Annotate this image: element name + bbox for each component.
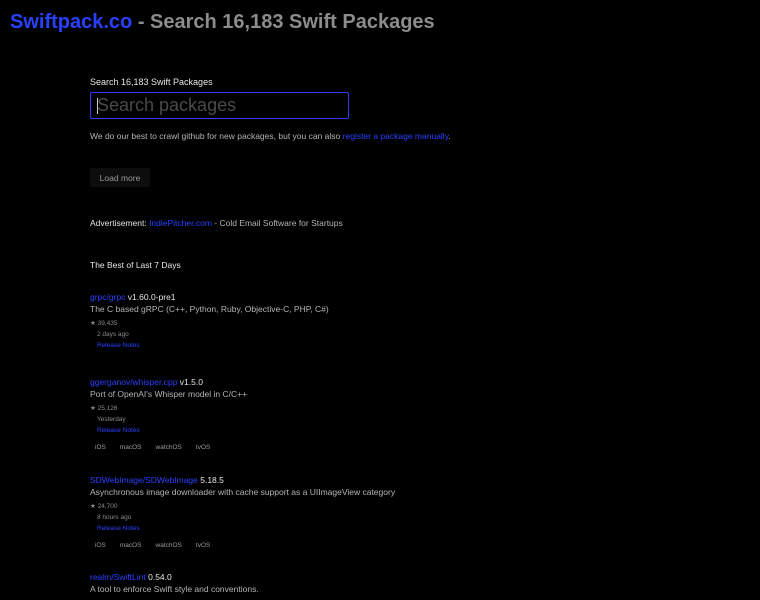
package-version: 0.54.0: [145, 572, 172, 582]
package-description: The C based gRPC (C++, Python, Ruby, Obj…: [90, 304, 329, 314]
package-description: Asynchronous image downloader with cache…: [90, 487, 396, 497]
platform-ios: iOS: [95, 542, 106, 549]
platform-tvos: tvOS: [195, 444, 211, 451]
package-name-link[interactable]: SDWebImage/SDWebImage: [90, 475, 198, 485]
text-caret: [97, 98, 98, 114]
package-name-link[interactable]: realm/SwiftLint: [90, 572, 146, 582]
brand-link[interactable]: Swiftpack.co: [10, 11, 132, 33]
search-box[interactable]: [90, 92, 349, 119]
ad-link[interactable]: IndiePitcher.com: [149, 218, 212, 228]
platform-tvos: tvOS: [195, 542, 211, 549]
package-name-link[interactable]: ggerganov/whisper.cpp: [90, 377, 177, 387]
package-stars: ★ 25,126: [90, 405, 118, 412]
platform-list: iOS macOS watchOS tvOS: [95, 444, 224, 451]
package-description: Port of OpenAI's Whisper model in C/C++: [90, 389, 248, 399]
register-package-link[interactable]: register a package manually: [343, 131, 449, 141]
search-input[interactable]: [91, 93, 348, 118]
package-release-time: 8 hours ago: [97, 514, 132, 521]
package-version: v1.60.0-pre1: [125, 292, 176, 302]
platform-watchos: watchOS: [155, 444, 182, 451]
package-description: A tool to enforce Swift style and conven…: [90, 584, 259, 594]
load-more-button[interactable]: Load more: [90, 168, 150, 187]
platform-list: iOS macOS watchOS tvOS: [95, 542, 224, 549]
package-stars: ★ 39,435: [90, 320, 118, 327]
release-notes-link[interactable]: Release Notes: [97, 342, 140, 349]
package-name-line: ggerganov/whisper.cpp v1.5.0: [90, 377, 203, 387]
crawl-note-text: We do our best to crawl github for new p…: [90, 131, 343, 141]
package-name-line: grpc/grpc v1.60.0-pre1: [90, 292, 176, 302]
platform-macos: macOS: [119, 542, 142, 549]
package-release-time: Yesterday: [97, 416, 126, 423]
package-stars: ★ 24,700: [90, 503, 118, 510]
best-heading: The Best of Last 7 Days: [90, 260, 181, 270]
ad-text: - Cold Email Software for Startups: [211, 218, 343, 228]
package-version: 5.18.5: [197, 475, 224, 485]
release-notes-link[interactable]: Release Notes: [97, 525, 140, 532]
package-release-time: 2 days ago: [97, 331, 129, 338]
package-name-line: SDWebImage/SDWebImage 5.18.5: [90, 475, 224, 485]
release-notes-link[interactable]: Release Notes: [97, 427, 140, 434]
search-label: Search 16,183 Swift Packages: [90, 77, 213, 87]
advertisement: Advertisement: IndiePitcher.com - Cold E…: [90, 218, 343, 228]
crawl-note-end: .: [448, 131, 451, 141]
package-name-link[interactable]: grpc/grpc: [90, 292, 125, 302]
page-title: - Search 16,183 Swift Packages: [132, 11, 435, 33]
ad-label: Advertisement:: [90, 218, 150, 228]
package-version: v1.5.0: [177, 377, 203, 387]
package-name-line: realm/SwiftLint 0.54.0: [90, 572, 172, 582]
crawl-note: We do our best to crawl github for new p…: [90, 131, 451, 141]
platform-macos: macOS: [119, 444, 142, 451]
platform-ios: iOS: [95, 444, 106, 451]
platform-watchos: watchOS: [155, 542, 182, 549]
site-header: Swiftpack.co - Search 16,183 Swift Packa…: [10, 11, 435, 34]
